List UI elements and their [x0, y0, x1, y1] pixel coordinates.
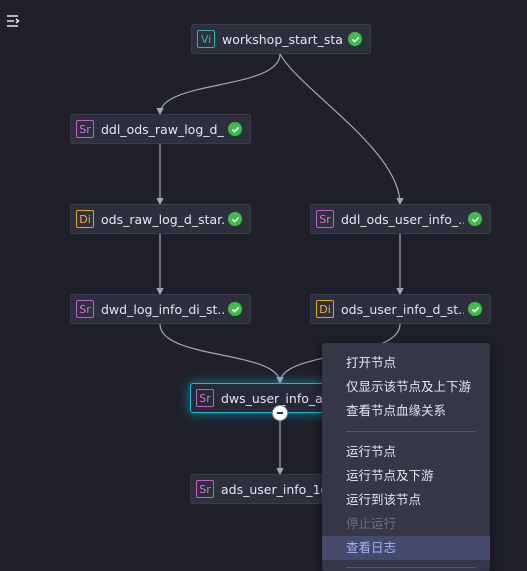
success-check-icon	[228, 122, 242, 136]
success-check-icon	[468, 302, 482, 316]
node-label: ddl_ods_raw_log_d_...	[101, 121, 224, 137]
node-type-badge: Di	[316, 300, 334, 318]
node-type-badge: Sr	[76, 300, 94, 318]
edge-dwd-to-dws	[159, 323, 284, 385]
node-type-badge: Sr	[196, 480, 214, 498]
edge-start-to-ddl-user	[279, 53, 404, 206]
node-label: workshop_start_sta...	[222, 31, 344, 47]
menu-item-run-to-node[interactable]: 运行到该节点	[322, 488, 490, 512]
node-type-badge: Sr	[196, 389, 214, 407]
success-check-icon	[468, 212, 482, 226]
menu-item-run-node-downstream[interactable]: 运行节点及下游	[322, 464, 490, 488]
dag-node-ddl-ods-user[interactable]: Sr ddl_ods_user_info_...	[310, 204, 491, 234]
menu-item-view-log[interactable]: 查看日志	[322, 536, 490, 560]
node-label: dwd_log_info_di_st...	[101, 301, 224, 317]
dag-node-ods-user[interactable]: Di ods_user_info_d_st...	[310, 294, 491, 324]
node-type-badge: Vi	[197, 30, 215, 48]
node-type-badge: Sr	[316, 210, 334, 228]
dag-node-ods-raw[interactable]: Di ods_raw_log_d_star...	[70, 204, 251, 234]
node-type-badge: Di	[76, 210, 94, 228]
node-type-badge: Sr	[76, 120, 94, 138]
dag-node-dwd-log[interactable]: Sr dwd_log_info_di_st...	[70, 294, 251, 324]
node-label: ddl_ods_user_info_...	[341, 211, 464, 227]
dag-node-ddl-ods-raw[interactable]: Sr ddl_ods_raw_log_d_...	[70, 114, 251, 144]
menu-item-open-node[interactable]: 打开节点	[322, 351, 490, 375]
menu-item-view-lineage[interactable]: 查看节点血缘关系	[322, 399, 490, 423]
node-label: ods_user_info_d_st...	[341, 301, 464, 317]
collapse-toggle-icon[interactable]	[272, 405, 288, 421]
context-menu: 打开节点 仅显示该节点及上下游 查看节点血缘关系 运行节点 运行节点及下游 运行…	[322, 343, 490, 571]
menu-item-run-node[interactable]: 运行节点	[322, 440, 490, 464]
menu-toggle-icon[interactable]	[6, 13, 20, 27]
menu-separator	[346, 431, 476, 432]
menu-item-stop-run: 停止运行	[346, 516, 397, 531]
menu-separator	[346, 567, 476, 568]
node-label: ods_raw_log_d_star...	[101, 211, 224, 227]
edge-start-to-ddl-raw	[156, 53, 281, 116]
dag-node-workshop-start[interactable]: Vi workshop_start_sta...	[191, 24, 371, 54]
success-check-icon	[348, 32, 362, 46]
menu-item-show-upstream-downstream[interactable]: 仅显示该节点及上下游	[322, 375, 490, 399]
success-check-icon	[228, 212, 242, 226]
success-check-icon	[228, 302, 242, 316]
